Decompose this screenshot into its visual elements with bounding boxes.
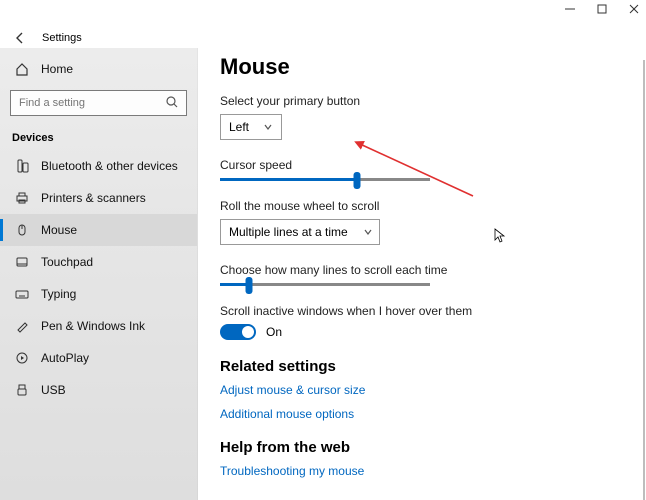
back-button[interactable] xyxy=(6,28,34,48)
search-icon xyxy=(165,95,179,109)
header: Settings xyxy=(0,28,646,48)
sidebar-item-label: Typing xyxy=(41,287,76,301)
roll-wheel-value: Multiple lines at a time xyxy=(229,225,348,239)
lines-scroll-slider[interactable] xyxy=(220,283,430,286)
keyboard-icon xyxy=(14,287,29,302)
chevron-down-icon xyxy=(263,122,273,132)
sidebar: Home Devices Bluetooth & other devices P… xyxy=(0,48,198,500)
inactive-windows-label: Scroll inactive windows when I hover ove… xyxy=(220,304,646,318)
sidebar-item-label: Bluetooth & other devices xyxy=(41,159,178,173)
inactive-windows-section: Scroll inactive windows when I hover ove… xyxy=(220,304,646,340)
cursor-speed-label: Cursor speed xyxy=(220,158,646,172)
pen-icon xyxy=(14,319,29,334)
search-wrap xyxy=(10,90,187,116)
help-heading: Help from the web xyxy=(220,439,646,456)
sidebar-item-label: AutoPlay xyxy=(41,351,89,365)
roll-wheel-label: Roll the mouse wheel to scroll xyxy=(220,199,646,213)
primary-button-select[interactable]: Left xyxy=(220,114,282,140)
link-adjust-cursor[interactable]: Adjust mouse & cursor size xyxy=(220,383,646,397)
link-additional-options[interactable]: Additional mouse options xyxy=(220,407,646,421)
cursor-speed-slider[interactable] xyxy=(220,178,430,181)
chevron-down-icon xyxy=(363,227,373,237)
mouse-icon xyxy=(14,223,29,238)
slider-thumb[interactable] xyxy=(246,277,253,294)
inactive-windows-state: On xyxy=(266,325,282,339)
primary-button-value: Left xyxy=(229,120,249,134)
scrollbar[interactable] xyxy=(643,60,645,500)
slider-thumb[interactable] xyxy=(353,172,360,189)
related-heading: Related settings xyxy=(220,358,646,375)
link-troubleshoot[interactable]: Troubleshooting my mouse xyxy=(220,464,646,478)
roll-wheel-section: Roll the mouse wheel to scroll Multiple … xyxy=(220,199,646,245)
main-content: Mouse Select your primary button Left Cu… xyxy=(198,48,646,500)
sidebar-group: Devices xyxy=(0,126,197,150)
devices-icon xyxy=(14,159,29,174)
sidebar-item-bluetooth[interactable]: Bluetooth & other devices xyxy=(0,150,197,182)
sidebar-item-pen[interactable]: Pen & Windows Ink xyxy=(0,310,197,342)
sidebar-item-label: Touchpad xyxy=(41,255,93,269)
sidebar-item-label: USB xyxy=(41,383,66,397)
inactive-windows-toggle[interactable] xyxy=(220,324,256,340)
primary-button-section: Select your primary button Left xyxy=(220,94,646,140)
usb-icon xyxy=(14,383,29,398)
sidebar-item-label: Pen & Windows Ink xyxy=(41,319,145,333)
sidebar-home[interactable]: Home xyxy=(0,54,197,84)
sidebar-home-label: Home xyxy=(41,62,73,76)
search-input[interactable] xyxy=(10,90,187,116)
titlebar xyxy=(0,0,646,28)
sidebar-item-touchpad[interactable]: Touchpad xyxy=(0,246,197,278)
primary-button-label: Select your primary button xyxy=(220,94,646,108)
printer-icon xyxy=(14,191,29,206)
sidebar-item-printers[interactable]: Printers & scanners xyxy=(0,182,197,214)
app-title: Settings xyxy=(42,32,82,44)
sidebar-item-label: Mouse xyxy=(41,223,77,237)
autoplay-icon xyxy=(14,351,29,366)
lines-scroll-label: Choose how many lines to scroll each tim… xyxy=(220,263,646,277)
sidebar-item-typing[interactable]: Typing xyxy=(0,278,197,310)
touchpad-icon xyxy=(14,255,29,270)
minimize-button[interactable] xyxy=(564,3,576,15)
home-icon xyxy=(14,62,29,77)
close-button[interactable] xyxy=(628,3,640,15)
sidebar-item-autoplay[interactable]: AutoPlay xyxy=(0,342,197,374)
sidebar-item-label: Printers & scanners xyxy=(41,191,146,205)
cursor-icon xyxy=(494,228,506,244)
lines-scroll-section: Choose how many lines to scroll each tim… xyxy=(220,263,646,286)
sidebar-item-usb[interactable]: USB xyxy=(0,374,197,406)
maximize-button[interactable] xyxy=(596,3,608,15)
page-title: Mouse xyxy=(220,54,646,80)
roll-wheel-select[interactable]: Multiple lines at a time xyxy=(220,219,380,245)
cursor-speed-section: Cursor speed xyxy=(220,158,646,181)
sidebar-item-mouse[interactable]: Mouse xyxy=(0,214,197,246)
